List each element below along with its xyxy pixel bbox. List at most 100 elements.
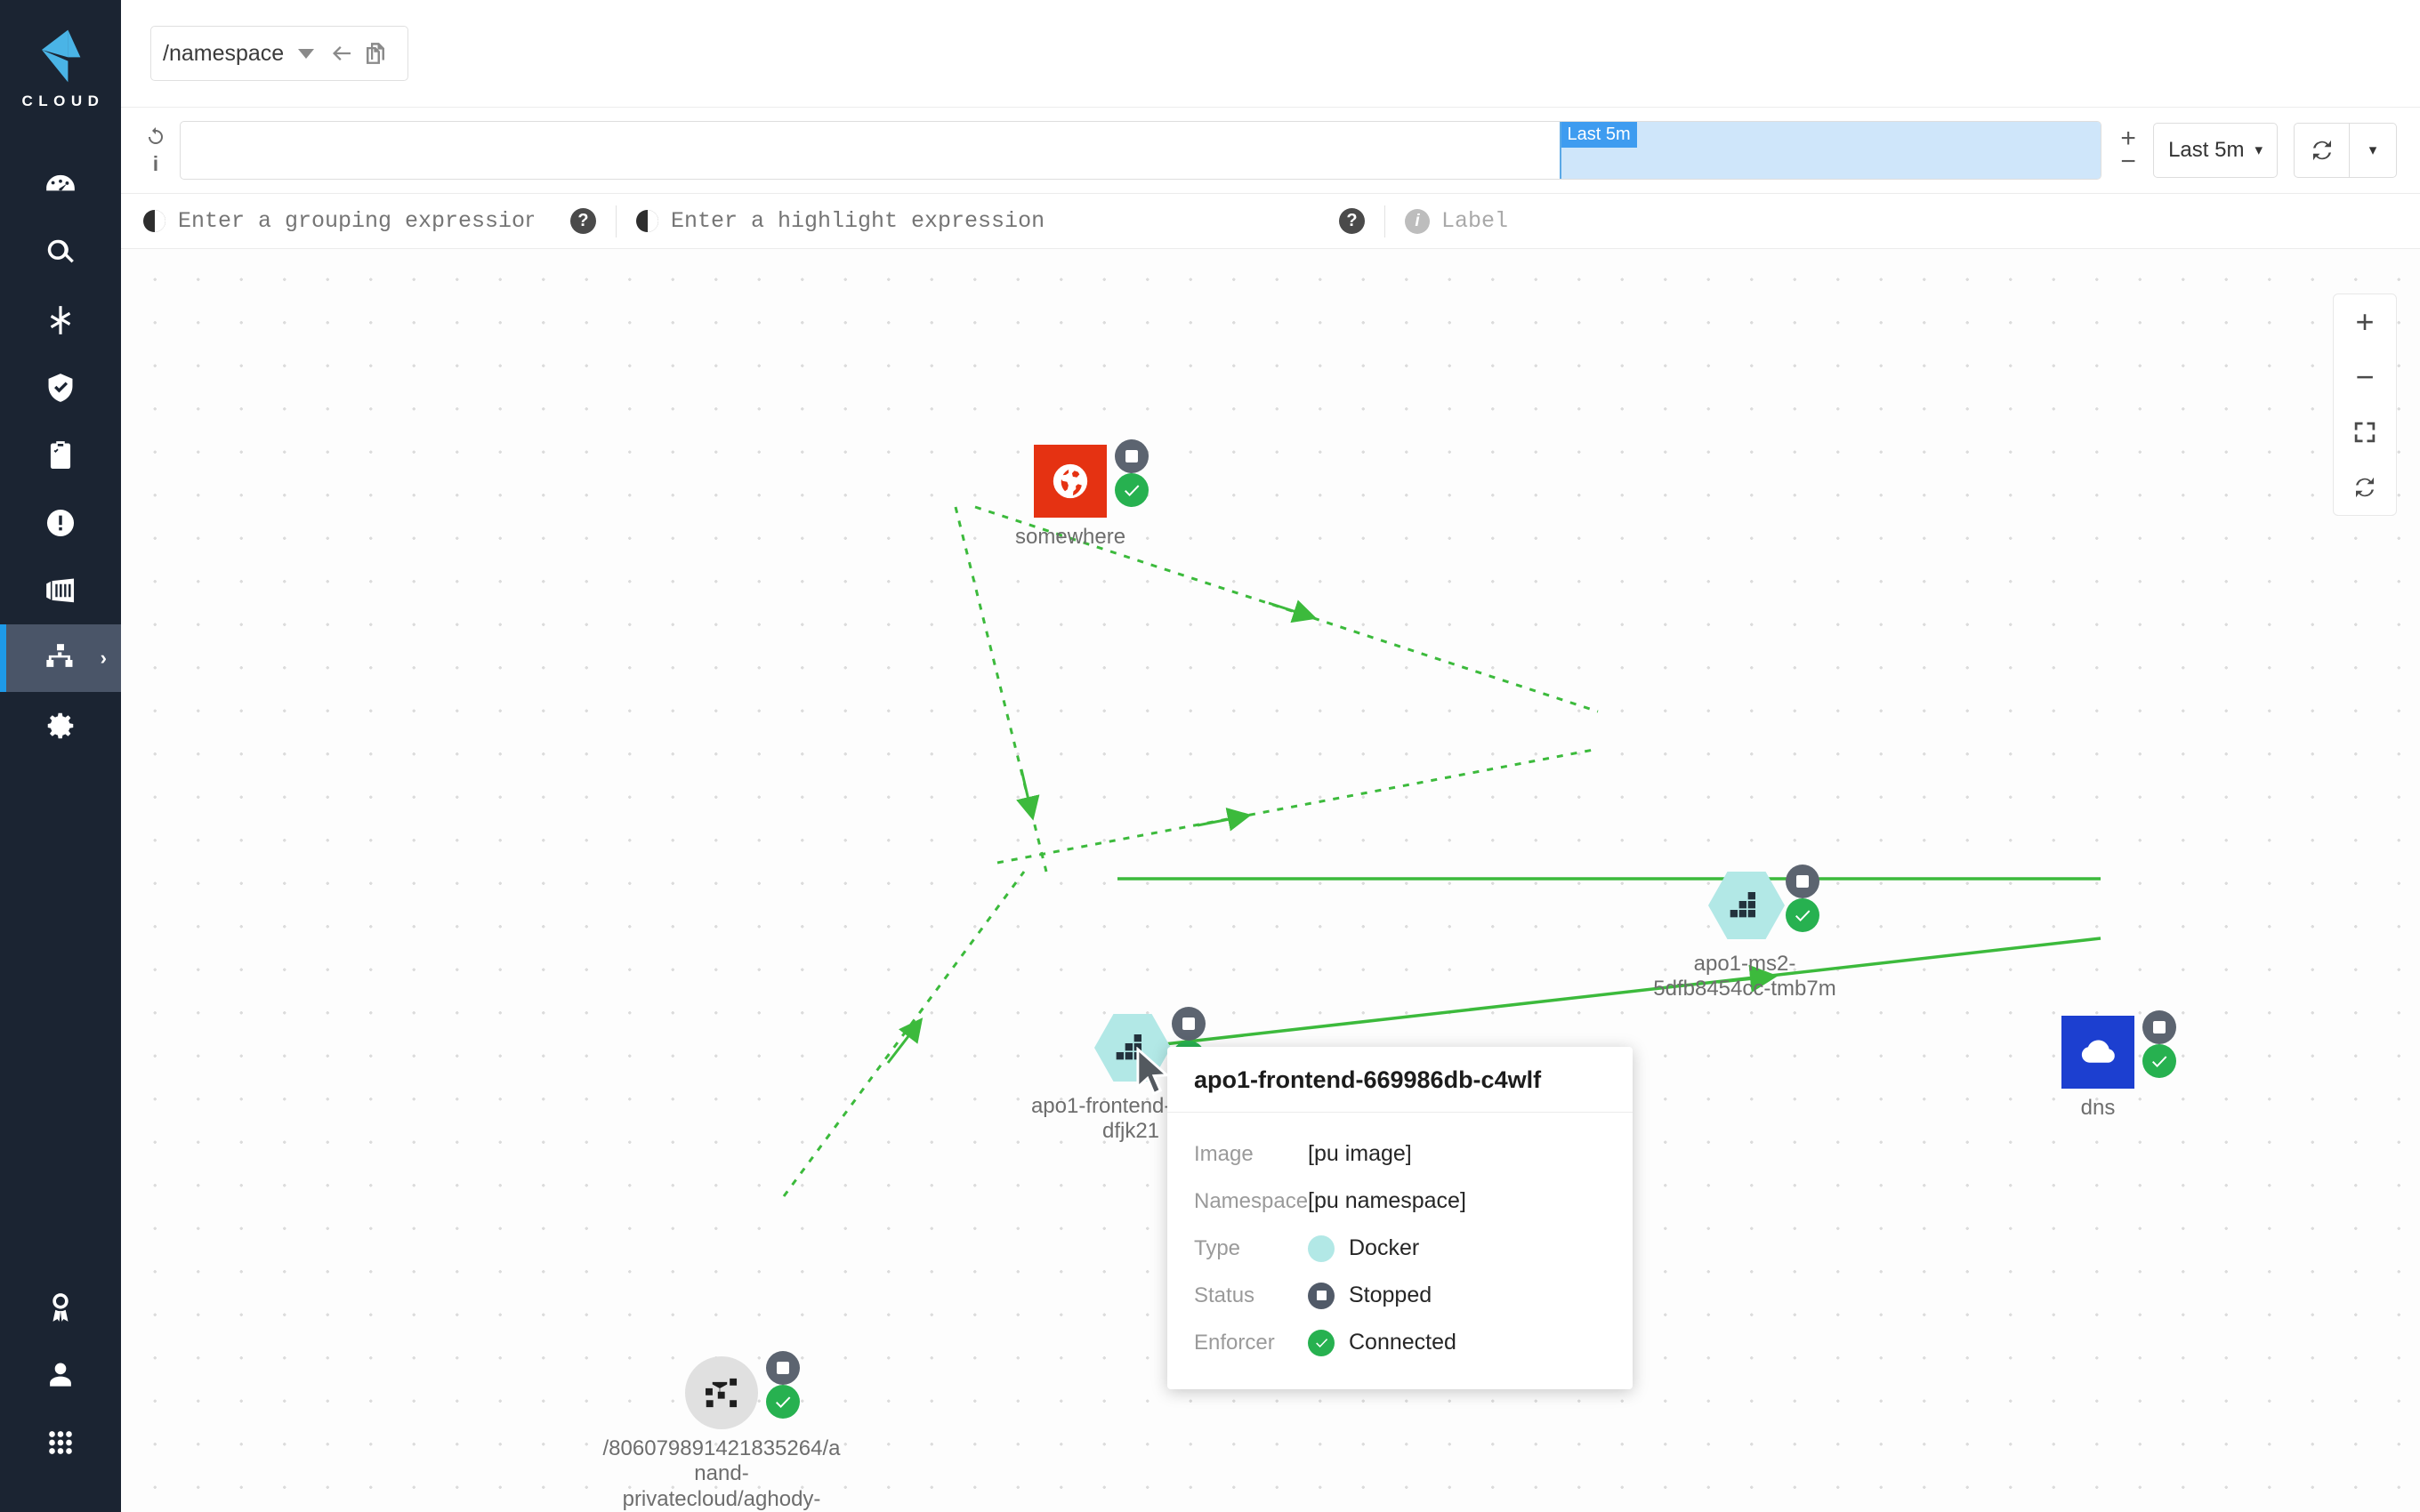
slider-zoom-buttons: + − (2110, 129, 2146, 171)
edge-frontend-to-ms2 (997, 750, 1593, 863)
tooltip-value-wrap: Connected (1308, 1330, 1456, 1356)
tooltip-key: Namespace (1194, 1189, 1308, 1214)
connected-check-icon (1308, 1330, 1335, 1356)
divider (1384, 205, 1385, 237)
label-badge-icon: i (1405, 209, 1430, 234)
dashboard-gauge-icon (44, 168, 77, 202)
edge-arrow (1269, 603, 1304, 615)
highlight-expression-input[interactable] (671, 194, 1303, 248)
node-label: /806079891421835264/anand-privatecloud/a… (601, 1436, 842, 1512)
cloud-icon (2077, 1032, 2118, 1073)
label-placeholder[interactable]: Label (1441, 208, 1508, 234)
graph-node-dns[interactable]: dns (2061, 1016, 2134, 1121)
sidebar-item-containers[interactable] (0, 557, 121, 624)
slider-zoom-out-button[interactable]: − (2120, 152, 2136, 172)
copy-icon[interactable] (362, 40, 389, 67)
sidebar-item-dashboard[interactable] (0, 151, 121, 219)
graph-node-eks-default[interactable]: /806079891421835264/anand-privatecloud/a… (601, 1356, 842, 1512)
reload-graph-button[interactable] (2334, 460, 2396, 515)
graph-node-somewhere[interactable]: somewhere (1015, 445, 1125, 550)
enforcer-connected-badge (2142, 1044, 2176, 1078)
check-icon (1121, 479, 1142, 501)
sidebar-item-policies[interactable] (0, 422, 121, 489)
zoom-in-button[interactable]: + (2334, 294, 2396, 350)
sidebar-expand-chevron-icon[interactable]: › (101, 648, 107, 668)
enforcer-connected-badge (1786, 898, 1819, 932)
highlight-expression-field[interactable] (636, 194, 1339, 248)
status-stopped-badge (766, 1351, 800, 1385)
sidebar-item-account[interactable] (0, 1341, 121, 1409)
docker-type-dot-icon (1308, 1235, 1335, 1262)
tooltip-key: Image (1194, 1142, 1308, 1167)
graph-node-apo1-ms2[interactable]: apo1-ms2-5dfb8454cc-tmb7m (1634, 872, 1856, 1002)
auto-refresh-caret-icon[interactable]: ▾ (2350, 124, 2396, 177)
gear-icon (44, 709, 77, 743)
sidebar-item-platform-map[interactable]: › (0, 624, 121, 692)
globe-icon (1050, 461, 1091, 502)
time-slider-selection[interactable]: Last 5m (1560, 122, 2101, 179)
tooltip-value: [pu image] (1308, 1141, 1412, 1167)
auto-refresh-button[interactable] (2295, 124, 2350, 177)
highlight-help-icon[interactable]: ? (1339, 208, 1365, 234)
sidebar-item-search[interactable] (0, 219, 121, 286)
node-label: apo1-ms2-5dfb8454cc-tmb7m (1638, 952, 1851, 1002)
sidebar-item-activity[interactable] (0, 286, 121, 354)
sidebar-item-alerts[interactable] (0, 489, 121, 557)
grouping-expression-field[interactable] (143, 194, 570, 248)
time-range-value: Last 5m (2168, 138, 2244, 163)
tooltip-header: apo1-frontend-669986db-c4wlf (1167, 1047, 1633, 1113)
namespace-selector[interactable]: /namespace (150, 26, 408, 81)
sidebar: CLOUD (0, 0, 121, 1512)
container-icon (44, 574, 77, 607)
sidebar-item-settings[interactable] (0, 692, 121, 760)
timebar-icons: i (132, 126, 180, 174)
sidebar-item-certificates[interactable] (0, 1274, 121, 1341)
contrast-half-circle-icon (143, 210, 165, 232)
info-icon[interactable]: i (153, 154, 158, 174)
time-range-select[interactable]: Last 5m ▾ (2153, 123, 2278, 178)
arrow-left-icon[interactable] (328, 40, 355, 67)
chevron-down-icon: ▾ (2255, 141, 2263, 159)
shield-check-icon (44, 371, 77, 405)
tooltip-row-image: Image [pu image] (1194, 1130, 1606, 1178)
node-hexagon (1708, 872, 1785, 939)
enforcer-connected-badge (766, 1385, 800, 1419)
node-label: somewhere (1015, 525, 1125, 550)
refresh-icon[interactable] (145, 126, 166, 148)
time-slider[interactable]: Last 5m (180, 121, 2101, 180)
node-detail-tooltip: apo1-frontend-669986db-c4wlf Image [pu i… (1167, 1047, 1633, 1389)
edge-solid-to-dns-lower (1117, 938, 2101, 1050)
sidebar-item-protection[interactable] (0, 354, 121, 422)
node-shape (2061, 1016, 2134, 1089)
zoom-out-button[interactable]: − (2334, 350, 2396, 405)
search-icon (44, 236, 77, 269)
tooltip-row-status: Status Stopped (1194, 1272, 1606, 1319)
alert-circle-icon (44, 506, 77, 540)
pod-blocks-icon (1115, 1030, 1150, 1066)
edge-arrow (888, 1028, 915, 1063)
chevron-down-icon[interactable] (298, 49, 314, 59)
slider-zoom-in-button[interactable]: + (2120, 129, 2136, 149)
sidebar-bottom-nav (0, 1274, 121, 1512)
plus-icon: + (2355, 306, 2374, 338)
main-area: /namespace i Last 5m (121, 0, 2420, 1512)
network-topology-icon (44, 641, 77, 675)
brand-logo[interactable]: CLOUD (0, 25, 121, 110)
check-icon (1792, 905, 1813, 926)
fit-to-screen-button[interactable] (2334, 405, 2396, 460)
tooltip-key: Status (1194, 1283, 1308, 1308)
tooltip-row-namespace: Namespace [pu namespace] (1194, 1178, 1606, 1225)
status-stopped-badge (1172, 1007, 1206, 1041)
time-range-bar: i Last 5m + − Last 5m ▾ (121, 107, 2420, 194)
refresh-cycle-icon (2309, 137, 2335, 164)
tooltip-value: Connected (1349, 1330, 1456, 1355)
expression-bar: ? ? i Label (121, 194, 2420, 249)
status-stopped-badge (2142, 1010, 2176, 1044)
network-topology-icon (702, 1373, 741, 1412)
sidebar-item-apps[interactable] (0, 1409, 121, 1476)
graph-canvas[interactable]: xxl somewhere (121, 249, 2420, 1512)
tooltip-body: Image [pu image] Namespace [pu namespace… (1167, 1113, 1633, 1389)
grouping-help-icon[interactable]: ? (570, 208, 596, 234)
edge-arrow (1198, 817, 1238, 825)
grouping-expression-input[interactable] (178, 194, 534, 248)
